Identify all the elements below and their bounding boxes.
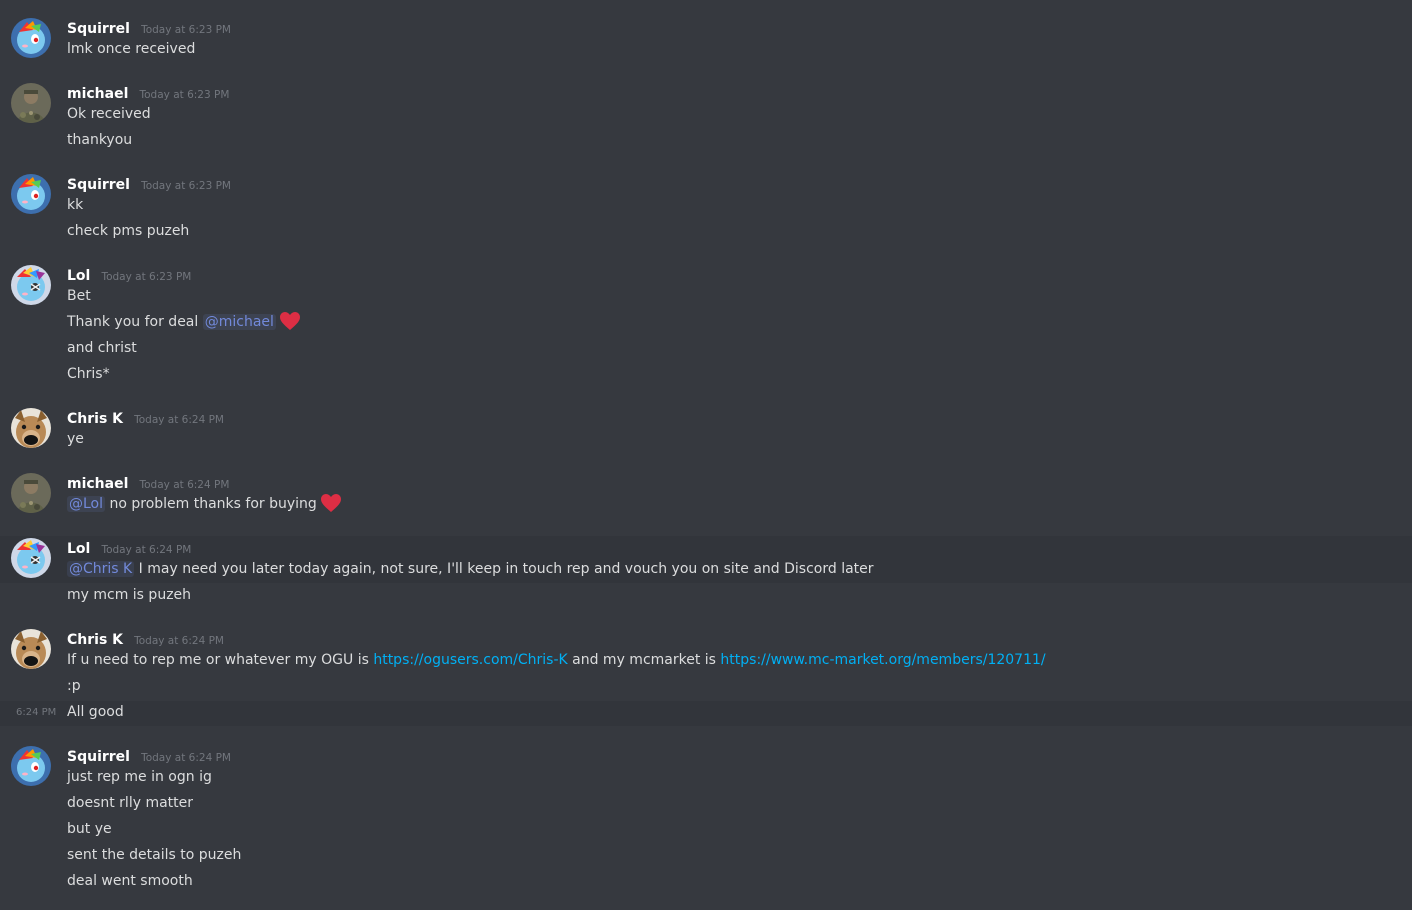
camo-soldier-avatar-icon [11,83,51,123]
message-header: Squirrel Today at 6:23 PM [67,174,231,194]
camo-soldier-avatar-icon [11,473,51,513]
message-text: Ok received [67,106,151,122]
message-text: All good [67,704,124,720]
message-text: check pms puzeh [67,223,190,239]
timestamp: Today at 6:24 PM [141,752,231,764]
username[interactable]: Lol [67,268,90,284]
mcmarket-link[interactable]: https://www.mc-market.org/members/120711… [720,652,1045,668]
user-mention[interactable]: @Chris K [67,561,135,577]
dog-face-avatar-icon [11,629,51,669]
message-text: just rep me in ogn ig [67,769,212,785]
timestamp: Today at 6:24 PM [134,414,224,426]
username[interactable]: Squirrel [67,749,130,765]
message-header: michael Today at 6:24 PM [67,473,229,493]
message-text: kk [67,197,84,213]
message-text: @Lol no problem thanks for buying [67,493,342,519]
timestamp: Today at 6:24 PM [134,635,224,647]
avatar[interactable] [11,174,51,214]
message-text: :p [67,678,81,694]
username[interactable]: Squirrel [67,177,130,193]
pony-avatar-icon [11,18,51,58]
pony-avatar-icon [11,746,51,786]
pony-avatar-icon [11,174,51,214]
message-text: deal went smooth [67,873,193,889]
red-heart-emoji-icon [320,494,341,512]
username[interactable]: michael [67,476,128,492]
avatar[interactable] [11,538,51,578]
message-text: ye [67,431,84,447]
message-text: @Chris K I may need you later today agai… [67,558,874,584]
red-heart-emoji-icon [279,312,300,330]
message-text: and christ [67,340,137,356]
message-text: thankyou [67,132,133,148]
avatar[interactable] [11,18,51,58]
timestamp: Today at 6:23 PM [101,271,192,283]
message-text-segment: I may need you later today again, not su… [134,561,874,577]
ogusers-link[interactable]: https://ogusers.com/Chris-K [373,652,567,668]
message-header: michael Today at 6:23 PM [67,83,229,103]
message-text: sent the details to puzeh [67,847,242,863]
dog-face-avatar-icon [11,408,51,448]
message-text-segment: If u need to rep me or whatever my OGU i… [67,652,374,668]
avatar[interactable] [11,83,51,123]
avatar[interactable] [11,408,51,448]
message-text: Bet [67,288,91,304]
message-text: my mcm is puzeh [67,587,192,603]
timestamp: Today at 6:23 PM [141,180,231,192]
user-mention[interactable]: @michael [202,314,276,330]
message-text: but ye [67,821,112,837]
message-text-segment: and my mcmarket is [567,652,721,668]
username[interactable]: Chris K [67,411,123,427]
timestamp: Today at 6:23 PM [139,89,230,101]
chat-messages: Squirrel Today at 6:23 PM lmk once recei… [0,0,1412,910]
timestamp: Today at 6:24 PM [139,479,230,491]
user-mention[interactable]: @Lol [67,496,106,512]
message-header: Squirrel Today at 6:23 PM [67,18,231,38]
avatar[interactable] [11,473,51,513]
message-hover-highlight [0,701,1412,726]
message-text: lmk once received [67,41,196,57]
message-text: If u need to rep me or whatever my OGU i… [67,649,1046,675]
username[interactable]: Chris K [67,632,123,648]
timestamp: Today at 6:24 PM [101,544,192,556]
message-text: Chris* [67,366,110,382]
message-header: Lol Today at 6:24 PM [67,538,191,558]
hover-timestamp: 6:24 PM [16,707,57,718]
username[interactable]: michael [67,86,128,102]
pony-eyepatch-avatar-icon [11,538,51,578]
pony-eyepatch-avatar-icon [11,265,51,305]
avatar[interactable] [11,629,51,669]
message-text: doesnt rlly matter [67,795,194,811]
message-text: Thank you for deal @michael [67,311,301,337]
message-text-segment: no problem thanks for buying [105,496,317,512]
timestamp: Today at 6:23 PM [141,24,231,36]
message-header: Squirrel Today at 6:24 PM [67,746,231,766]
message-text-segment: Thank you for deal [67,314,203,330]
avatar[interactable] [11,265,51,305]
username[interactable]: Lol [67,541,90,557]
message-header: Chris K Today at 6:24 PM [67,629,224,649]
avatar[interactable] [11,746,51,786]
message-header: Chris K Today at 6:24 PM [67,408,224,428]
message-header: Lol Today at 6:23 PM [67,265,191,285]
username[interactable]: Squirrel [67,21,130,37]
